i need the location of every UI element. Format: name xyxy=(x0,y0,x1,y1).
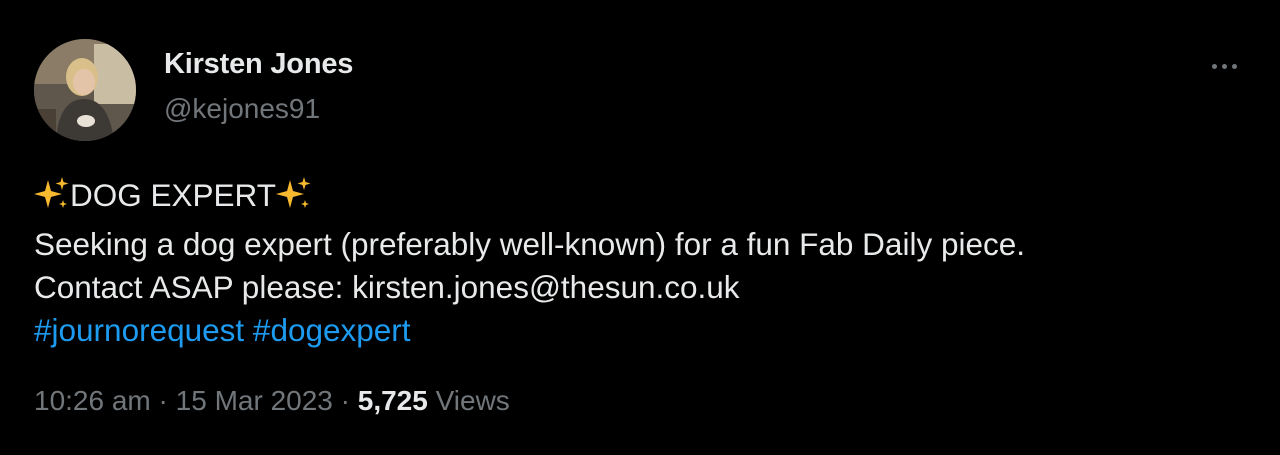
views-count[interactable]: 5,725 xyxy=(358,385,428,416)
tweet-date[interactable]: 15 Mar 2023 xyxy=(176,385,333,416)
tweet-line-2: Seeking a dog expert (preferably well-kn… xyxy=(34,226,1026,262)
meta-separator: · xyxy=(340,385,350,416)
tweet-hashtags: #journorequest #dogexpert xyxy=(34,309,1254,352)
tweet-text: DOG EXPERT Seeking a dog expert (prefera… xyxy=(34,174,1254,352)
meta-separator: · xyxy=(158,385,168,416)
hashtag-link[interactable]: #journorequest xyxy=(34,312,244,348)
more-horizontal-icon xyxy=(1221,63,1227,69)
avatar-photo xyxy=(34,39,136,141)
tweet-meta: 10:26 am · 15 Mar 2023 · 5,725 Views xyxy=(34,385,510,417)
tweet-time[interactable]: 10:26 am xyxy=(34,385,151,416)
tweet-line-3: Contact ASAP please: kirsten.jones@thesu… xyxy=(34,269,740,305)
author-name[interactable]: Kirsten Jones xyxy=(164,48,353,81)
avatar[interactable] xyxy=(34,39,136,141)
sparkles-icon xyxy=(34,176,70,223)
views-label[interactable]: Views xyxy=(436,385,510,416)
tweet-line-headline: DOG EXPERT xyxy=(34,174,1254,223)
more-horizontal-icon xyxy=(1211,63,1217,69)
sparkles-icon xyxy=(275,176,312,223)
hashtag-link[interactable]: #dogexpert xyxy=(253,312,411,348)
tweet-headline: DOG EXPERT xyxy=(70,177,276,213)
author-handle[interactable]: @kejones91 xyxy=(164,93,320,125)
more-options-button[interactable] xyxy=(1200,48,1248,84)
more-horizontal-icon xyxy=(1231,63,1237,69)
tweet: Kirsten Jones @kejones91 DOG EXPERT Seek… xyxy=(0,0,1280,455)
